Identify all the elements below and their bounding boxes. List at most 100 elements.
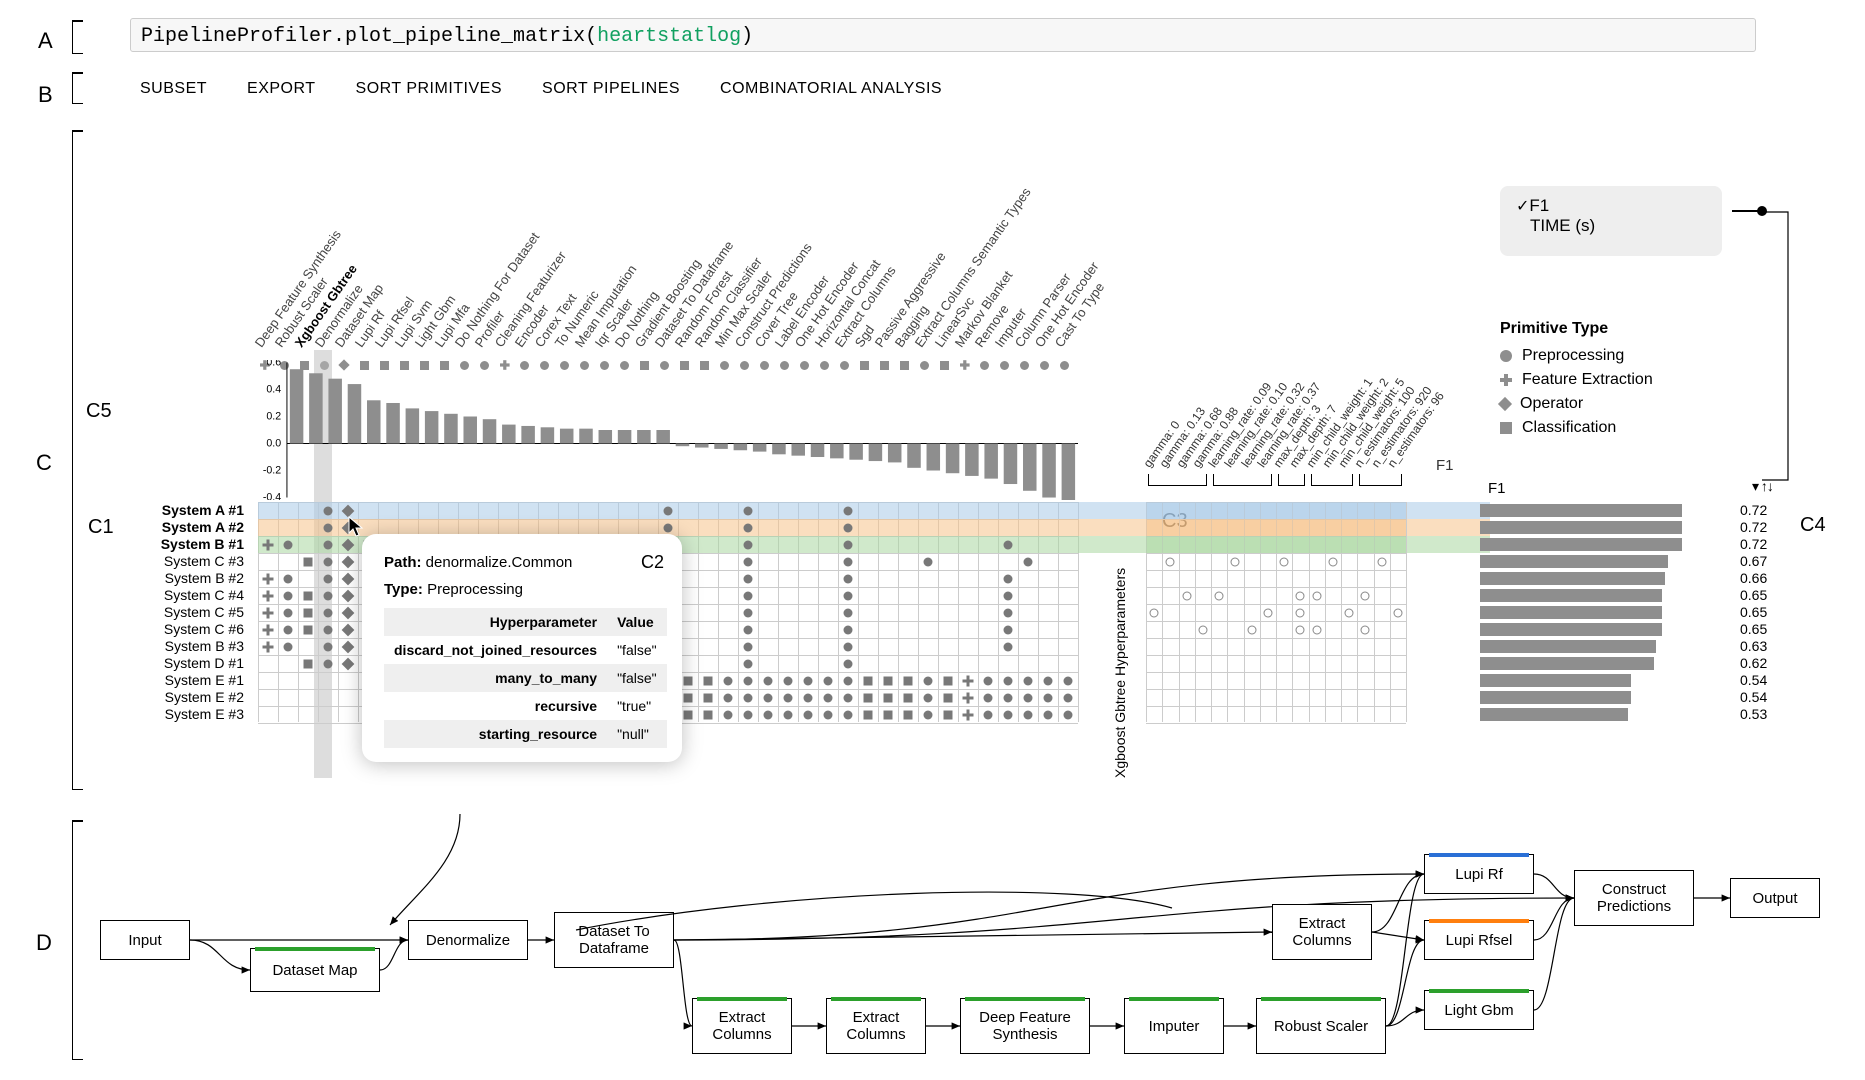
pipeline-name[interactable]: System B #1 <box>110 536 248 553</box>
matrix-marker[interactable] <box>924 676 933 685</box>
matrix-marker[interactable] <box>263 624 274 635</box>
matrix-marker[interactable] <box>844 693 853 702</box>
toolbar-item[interactable]: EXPORT <box>247 80 316 98</box>
matrix-marker[interactable] <box>263 607 274 618</box>
matrix-marker[interactable] <box>1004 591 1013 600</box>
matrix-marker[interactable] <box>984 676 993 685</box>
matrix-marker[interactable] <box>864 710 873 719</box>
matrix-marker[interactable] <box>324 625 333 634</box>
matrix-marker[interactable] <box>324 591 333 600</box>
matrix-marker[interactable] <box>724 710 733 719</box>
matrix-marker[interactable] <box>1004 540 1013 549</box>
dag-node-lgbm[interactable]: Light Gbm <box>1424 990 1534 1030</box>
hyperparameter-grid[interactable] <box>1146 502 1406 722</box>
matrix-marker[interactable] <box>263 590 274 601</box>
matrix-marker[interactable] <box>704 693 713 702</box>
matrix-marker[interactable] <box>684 676 693 685</box>
matrix-marker[interactable] <box>944 693 953 702</box>
matrix-marker[interactable] <box>724 676 733 685</box>
toolbar-item[interactable]: SORT PRIMITIVES <box>356 80 503 98</box>
matrix-marker[interactable] <box>664 506 673 515</box>
matrix-marker[interactable] <box>744 523 753 532</box>
hp-marker[interactable] <box>1345 608 1354 617</box>
matrix-marker[interactable] <box>324 659 333 668</box>
matrix-marker[interactable] <box>844 625 853 634</box>
matrix-marker[interactable] <box>804 710 813 719</box>
hp-marker[interactable] <box>1377 557 1386 566</box>
matrix-marker[interactable] <box>804 693 813 702</box>
matrix-marker[interactable] <box>744 591 753 600</box>
matrix-marker[interactable] <box>684 693 693 702</box>
matrix-marker[interactable] <box>744 676 753 685</box>
hp-marker[interactable] <box>1231 557 1240 566</box>
matrix-marker[interactable] <box>844 710 853 719</box>
matrix-marker[interactable] <box>884 710 893 719</box>
matrix-marker[interactable] <box>342 572 355 585</box>
dag-node-d2df[interactable]: Dataset ToDataframe <box>554 912 674 968</box>
matrix-marker[interactable] <box>284 574 293 583</box>
matrix-marker[interactable] <box>1004 676 1013 685</box>
matrix-marker[interactable] <box>984 693 993 702</box>
matrix-marker[interactable] <box>1064 676 1073 685</box>
matrix-marker[interactable] <box>1004 608 1013 617</box>
matrix-marker[interactable] <box>1004 642 1013 651</box>
metric-time-row[interactable]: TIME (s) <box>1516 216 1706 236</box>
matrix-marker[interactable] <box>1044 693 1053 702</box>
matrix-marker[interactable] <box>744 642 753 651</box>
matrix-marker[interactable] <box>342 657 355 670</box>
matrix-marker[interactable] <box>844 659 853 668</box>
hp-marker[interactable] <box>1263 608 1272 617</box>
metric-f1-row[interactable]: ✓F1 <box>1516 196 1706 216</box>
hp-marker[interactable] <box>1296 591 1305 600</box>
pipeline-name[interactable]: System E #2 <box>110 689 248 706</box>
matrix-marker[interactable] <box>764 676 773 685</box>
dag-node-out[interactable]: Output <box>1730 878 1820 918</box>
matrix-marker[interactable] <box>744 608 753 617</box>
matrix-marker[interactable] <box>342 589 355 602</box>
dag-node-ec3[interactable]: ExtractColumns <box>1272 904 1372 960</box>
pipeline-name[interactable]: System C #4 <box>110 587 248 604</box>
matrix-marker[interactable] <box>1044 676 1053 685</box>
matrix-marker[interactable] <box>284 642 293 651</box>
pipeline-name[interactable]: System A #2 <box>110 519 248 536</box>
hp-marker[interactable] <box>1312 591 1321 600</box>
matrix-marker[interactable] <box>904 710 913 719</box>
matrix-marker[interactable] <box>844 557 853 566</box>
hp-marker[interactable] <box>1182 591 1191 600</box>
matrix-marker[interactable] <box>324 608 333 617</box>
matrix-marker[interactable] <box>884 693 893 702</box>
hp-marker[interactable] <box>1166 557 1175 566</box>
matrix-marker[interactable] <box>963 709 974 720</box>
pipeline-name[interactable]: System C #6 <box>110 621 248 638</box>
matrix-marker[interactable] <box>1044 710 1053 719</box>
matrix-marker[interactable] <box>744 540 753 549</box>
matrix-marker[interactable] <box>1004 625 1013 634</box>
hp-marker[interactable] <box>1361 625 1370 634</box>
matrix-marker[interactable] <box>924 557 933 566</box>
matrix-marker[interactable] <box>984 710 993 719</box>
pipeline-name[interactable]: System E #3 <box>110 706 248 723</box>
matrix-marker[interactable] <box>963 692 974 703</box>
matrix-marker[interactable] <box>324 574 333 583</box>
matrix-marker[interactable] <box>1004 710 1013 719</box>
hp-marker[interactable] <box>1312 625 1321 634</box>
hp-marker[interactable] <box>1328 557 1337 566</box>
matrix-marker[interactable] <box>324 642 333 651</box>
matrix-marker[interactable] <box>844 523 853 532</box>
toolbar-item[interactable]: SORT PIPELINES <box>542 80 680 98</box>
matrix-marker[interactable] <box>1064 710 1073 719</box>
matrix-marker[interactable] <box>1024 710 1033 719</box>
pipeline-name[interactable]: System E #1 <box>110 672 248 689</box>
matrix-marker[interactable] <box>1064 693 1073 702</box>
matrix-marker[interactable] <box>263 573 274 584</box>
hp-marker[interactable] <box>1198 625 1207 634</box>
matrix-marker[interactable] <box>284 540 293 549</box>
matrix-marker[interactable] <box>704 676 713 685</box>
hp-marker[interactable] <box>1280 557 1289 566</box>
matrix-marker[interactable] <box>963 675 974 686</box>
dag-node-cpred[interactable]: ConstructPredictions <box>1574 870 1694 926</box>
matrix-marker[interactable] <box>324 540 333 549</box>
matrix-marker[interactable] <box>844 540 853 549</box>
matrix-marker[interactable] <box>824 693 833 702</box>
matrix-marker[interactable] <box>284 608 293 617</box>
